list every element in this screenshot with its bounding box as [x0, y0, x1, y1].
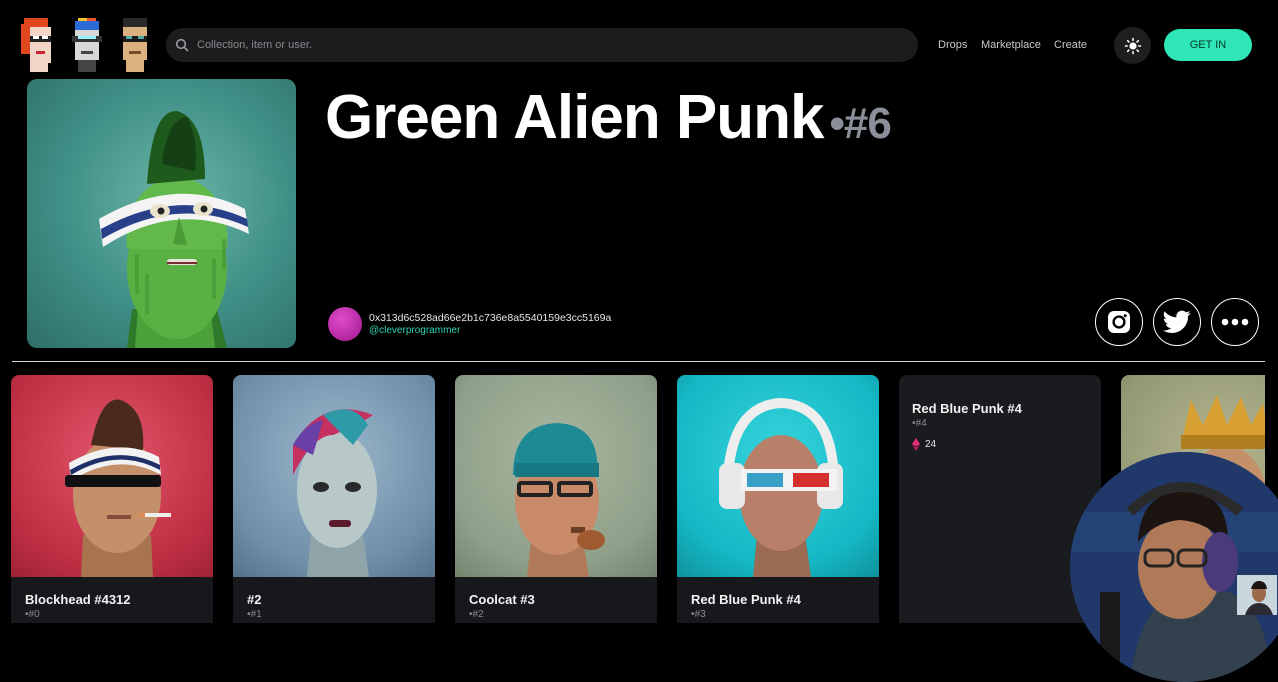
twitter-icon — [1163, 310, 1191, 333]
page-title: Green Alien Punk •#6 — [325, 82, 892, 153]
webcam-thumbnail — [1237, 575, 1277, 615]
instagram-icon — [1108, 311, 1130, 333]
top-navbar: Drops Marketplace Create GET IN — [0, 0, 1278, 90]
get-in-button[interactable]: GET IN — [1164, 29, 1252, 61]
logo[interactable] — [18, 18, 156, 72]
ethereum-icon — [912, 438, 920, 451]
nft-card-id: •#3 — [691, 609, 706, 620]
nft-card-image — [11, 375, 213, 577]
hero-nft-image — [27, 79, 296, 348]
nft-title: Green Alien Punk — [325, 83, 824, 152]
nft-card-info: Red Blue Punk #4 •#4 24 — [912, 401, 1022, 451]
nft-card[interactable]: Blockhead #4312 •#0 — [11, 375, 213, 623]
nft-card[interactable]: Coolcat #3 •#2 — [455, 375, 657, 623]
more-options-button[interactable] — [1211, 298, 1259, 346]
nft-card-image — [233, 375, 435, 577]
owner-handle[interactable]: @cleverprogrammer — [369, 325, 460, 336]
twitter-button[interactable] — [1153, 298, 1201, 346]
punk-avatar-icon — [21, 18, 51, 72]
nft-card-name: #2 — [247, 592, 262, 607]
nft-card-info: Coolcat #3 •#2 — [469, 592, 535, 620]
divider — [12, 361, 1265, 362]
sun-icon — [1124, 37, 1141, 54]
nft-card-id: •#1 — [247, 609, 262, 620]
nav-link-create[interactable]: Create — [1054, 39, 1087, 51]
nft-card-id: •#2 — [469, 609, 484, 620]
nft-card-info: Red Blue Punk #4 •#3 — [691, 592, 801, 620]
avatar[interactable] — [328, 307, 362, 341]
nft-card-price: 24 — [912, 438, 1022, 451]
nft-card-name: Coolcat #3 — [469, 592, 535, 607]
nav-link-drops[interactable]: Drops — [938, 39, 967, 51]
nft-card-image — [677, 375, 879, 577]
more-icon — [1221, 318, 1249, 326]
webcam-overlay — [1070, 452, 1278, 682]
search-input[interactable] — [195, 38, 879, 52]
nft-number: •#6 — [829, 99, 892, 148]
nft-card-id: •#4 — [912, 418, 927, 429]
price-value: 24 — [925, 439, 937, 450]
nft-card[interactable]: Red Blue Punk #4 •#3 — [677, 375, 879, 623]
nft-card-id: •#0 — [25, 609, 40, 620]
nft-card-info: #2 •#1 — [247, 592, 262, 620]
nft-card-name: Blockhead #4312 — [25, 592, 131, 607]
nft-card-name: Red Blue Punk #4 — [691, 592, 801, 607]
nft-card-name: Red Blue Punk #4 — [912, 401, 1022, 416]
instagram-button[interactable] — [1095, 298, 1143, 346]
search-bar[interactable] — [166, 28, 918, 62]
nav-link-marketplace[interactable]: Marketplace — [981, 39, 1041, 51]
theme-toggle-button[interactable] — [1114, 27, 1151, 64]
search-icon — [175, 38, 189, 52]
owner-address: 0x313d6c528ad66e2b1c736e8a5540159e3cc516… — [369, 312, 612, 324]
punk-avatar-icon — [123, 18, 147, 72]
nft-card-image — [455, 375, 657, 577]
nft-card[interactable]: #2 •#1 — [233, 375, 435, 623]
punk-avatar-icon — [72, 18, 102, 72]
nft-card-info: Blockhead #4312 •#0 — [25, 592, 131, 620]
